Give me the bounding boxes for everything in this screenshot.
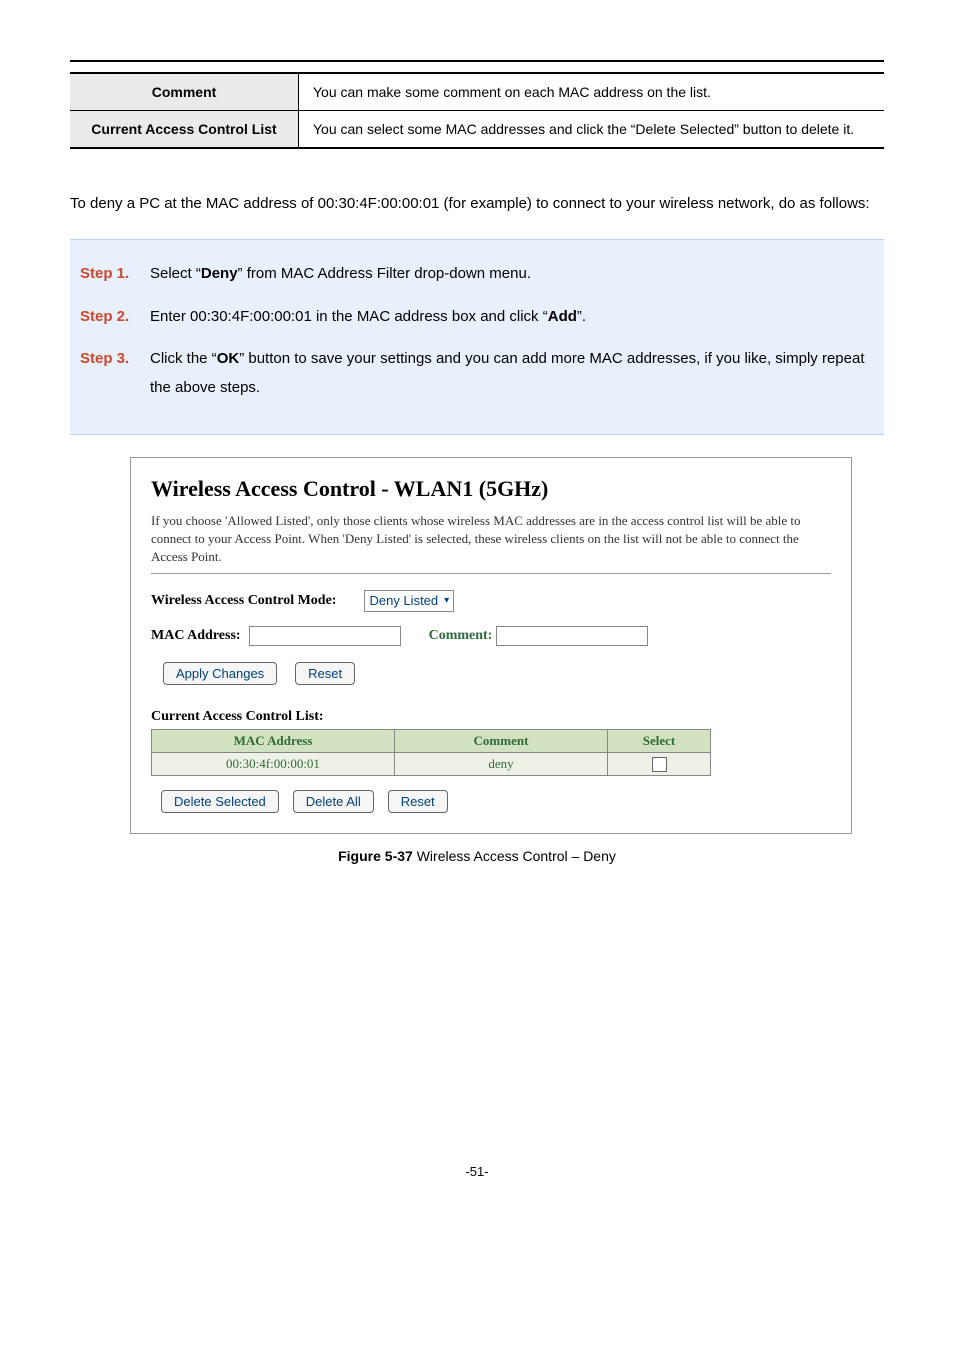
cac-header-mac: MAC Address	[152, 729, 395, 752]
page-top-rule	[70, 60, 884, 62]
text: (for example) to connect to your wireles…	[439, 195, 869, 212]
figure-title: Wireless Access Control – Deny	[413, 848, 616, 864]
example-mac: 00:30:4F:00:00:01	[318, 195, 440, 212]
mac-row: MAC Address: Comment:	[151, 626, 831, 646]
step-label: Step 3.	[80, 345, 150, 402]
list-buttons: Delete Selected Delete All Reset	[161, 790, 831, 813]
figure-number: Figure 5-37	[338, 848, 413, 864]
mac-label: MAC Address:	[151, 628, 241, 644]
step-row: Step 3. Click the “OK” button to save yo…	[80, 345, 874, 402]
table-row: Comment You can make some comment on eac…	[70, 73, 884, 111]
cac-table: MAC Address Comment Select 00:30:4f:00:0…	[151, 729, 711, 777]
divider	[151, 573, 831, 574]
parameter-table: Comment You can make some comment on eac…	[70, 72, 884, 149]
param-label: Comment	[70, 73, 299, 111]
text: To deny a PC at the MAC address of	[70, 195, 318, 212]
reset-button[interactable]: Reset	[295, 662, 355, 685]
cac-list-title: Current Access Control List:	[151, 709, 831, 725]
table-row: 00:30:4f:00:00:01 deny	[152, 752, 711, 776]
delete-all-button[interactable]: Delete All	[293, 790, 374, 813]
cac-cell-comment: deny	[395, 752, 608, 776]
mode-select[interactable]: Deny Listed ▾	[364, 590, 454, 612]
mode-row: Wireless Access Control Mode: Deny Liste…	[151, 590, 831, 612]
steps-box: Step 1. Select “Deny” from MAC Address F…	[70, 239, 884, 435]
param-label: Current Access Control List	[70, 111, 299, 149]
panel-title: Wireless Access Control - WLAN1 (5GHz)	[151, 476, 831, 502]
table-row: Current Access Control List You can sele…	[70, 111, 884, 149]
chevron-down-icon: ▾	[444, 595, 449, 606]
panel-description: If you choose 'Allowed Listed', only tho…	[151, 512, 831, 567]
delete-selected-button[interactable]: Delete Selected	[161, 790, 279, 813]
mode-label: Wireless Access Control Mode:	[151, 593, 336, 609]
step-content: Enter 00:30:4F:00:00:01 in the MAC addre…	[150, 303, 874, 332]
param-desc: You can select some MAC addresses and cl…	[299, 111, 885, 149]
cac-cell-select	[608, 752, 711, 776]
page-number: -51-	[70, 1164, 884, 1179]
step-content: Select “Deny” from MAC Address Filter dr…	[150, 260, 874, 289]
step-row: Step 2. Enter 00:30:4F:00:00:01 in the M…	[80, 303, 874, 332]
row-select-checkbox[interactable]	[652, 757, 667, 772]
step-label: Step 1.	[80, 260, 150, 289]
form-buttons: Apply Changes Reset	[163, 662, 831, 685]
step-row: Step 1. Select “Deny” from MAC Address F…	[80, 260, 874, 289]
mac-input[interactable]	[249, 626, 401, 646]
step-label: Step 2.	[80, 303, 150, 332]
cac-header-comment: Comment	[395, 729, 608, 752]
step-content: Click the “OK” button to save your setti…	[150, 345, 874, 402]
instruction-paragraph: To deny a PC at the MAC address of 00:30…	[70, 189, 884, 219]
screenshot-panel: Wireless Access Control - WLAN1 (5GHz) I…	[130, 457, 852, 834]
figure-caption: Figure 5-37 Wireless Access Control – De…	[70, 848, 884, 864]
param-desc: You can make some comment on each MAC ad…	[299, 73, 885, 111]
apply-changes-button[interactable]: Apply Changes	[163, 662, 277, 685]
mode-value: Deny Listed	[369, 593, 438, 608]
cac-cell-mac: 00:30:4f:00:00:01	[152, 752, 395, 776]
cac-header-select: Select	[608, 729, 711, 752]
comment-label: Comment:	[429, 628, 493, 644]
comment-input[interactable]	[496, 626, 648, 646]
reset-list-button[interactable]: Reset	[388, 790, 448, 813]
